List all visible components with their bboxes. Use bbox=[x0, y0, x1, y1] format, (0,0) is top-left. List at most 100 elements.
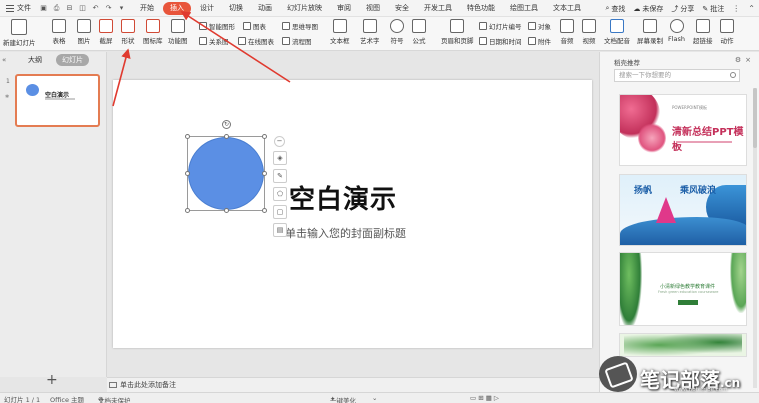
settings-icon[interactable]: ⚙ bbox=[735, 56, 741, 64]
relation-chart-button[interactable]: 关系图 bbox=[199, 36, 229, 46]
link-icon bbox=[695, 19, 710, 33]
template-card[interactable] bbox=[619, 333, 747, 357]
template-card[interactable]: POWERPOINT模板 清新总结PPT模板 bbox=[619, 94, 747, 166]
scrollbar-thumb[interactable] bbox=[753, 88, 757, 148]
action-button[interactable]: 动作 bbox=[720, 19, 734, 45]
formula-button[interactable]: 公式 bbox=[412, 19, 426, 45]
tab-view[interactable]: 视图 bbox=[360, 2, 386, 15]
new-slide-button[interactable]: 新建幻灯片 bbox=[3, 19, 36, 47]
textbox-button[interactable]: 文本框 bbox=[330, 19, 350, 45]
search-button[interactable]: ⌕ 查找 bbox=[606, 4, 626, 14]
file-menu[interactable]: 文件 bbox=[0, 0, 37, 17]
resize-handle[interactable] bbox=[224, 134, 229, 139]
tab-design[interactable]: 设计 bbox=[194, 2, 220, 15]
header-footer-button[interactable]: 页眉和页脚 bbox=[441, 19, 474, 45]
layers-icon[interactable]: ◈ bbox=[273, 151, 287, 165]
circle-shape[interactable] bbox=[188, 137, 264, 210]
comment-button[interactable]: ✎ 批注 bbox=[702, 4, 724, 14]
dropdown-icon[interactable]: ▾ bbox=[117, 4, 126, 13]
template-card[interactable]: 小清新绿色教学教育课件 Fresh green education course… bbox=[619, 252, 747, 326]
template-card[interactable]: 扬帆 乘风破浪 bbox=[619, 174, 747, 246]
tab-transition[interactable]: 切换 bbox=[223, 2, 249, 15]
tab-developer[interactable]: 开发工具 bbox=[418, 2, 458, 15]
resize-handle[interactable] bbox=[185, 171, 190, 176]
close-icon[interactable]: × bbox=[745, 56, 751, 64]
flash-button[interactable]: Flash bbox=[668, 19, 685, 43]
attachment-button[interactable]: 附件 bbox=[528, 36, 551, 46]
pen-icon[interactable]: ✎ bbox=[273, 169, 287, 183]
view-icons[interactable]: ▭ ⊞ ▦ ▷ bbox=[470, 394, 499, 402]
chevron-down-icon[interactable]: ⌄ bbox=[372, 394, 377, 402]
tab-home[interactable]: 开始 bbox=[134, 2, 160, 15]
theme-name: Office 主题 bbox=[50, 396, 85, 403]
slide-title[interactable]: 空白演示 bbox=[289, 179, 397, 216]
tab-outline[interactable]: 大纲 bbox=[24, 54, 46, 66]
minus-icon[interactable]: − bbox=[274, 136, 285, 147]
table-button[interactable]: 表格 bbox=[52, 19, 66, 45]
shape-button[interactable]: 形状 bbox=[121, 19, 135, 45]
redo-icon[interactable]: ↷ bbox=[104, 4, 113, 13]
fill-icon[interactable]: ⬠ bbox=[273, 187, 287, 201]
object-button[interactable]: 对象 bbox=[528, 21, 551, 31]
image-icon[interactable]: ▤ bbox=[273, 223, 287, 237]
print-icon[interactable]: ⊟ bbox=[65, 4, 74, 13]
tab-text-tools[interactable]: 文本工具 bbox=[547, 2, 587, 15]
smart-graphic-button[interactable]: 智能图形 bbox=[199, 21, 235, 31]
function-chart-button[interactable]: 功能图 bbox=[168, 19, 188, 45]
notes-bar[interactable]: 单击此处添加备注 bbox=[107, 377, 599, 392]
selected-shape[interactable]: ↻ bbox=[185, 120, 267, 213]
icon-library-button[interactable]: 图标库 bbox=[143, 19, 163, 45]
slide-thumbnail[interactable]: 空白演示 bbox=[15, 74, 100, 127]
picture-button[interactable]: 图片 bbox=[77, 19, 91, 45]
shape-icon bbox=[121, 19, 135, 33]
slide-subtitle[interactable]: 单击输入您的封面副标题 bbox=[285, 225, 406, 241]
share-button[interactable]: ⤴ 分享 bbox=[671, 4, 694, 14]
mind-map-button[interactable]: 思维导图 bbox=[282, 21, 318, 31]
tab-drawing-tools[interactable]: 绘图工具 bbox=[504, 2, 544, 15]
export-pdf-icon[interactable]: ◫ bbox=[78, 4, 87, 13]
resize-handle[interactable] bbox=[262, 134, 267, 139]
tab-animation[interactable]: 动画 bbox=[252, 2, 278, 15]
flowchart-button[interactable]: 流程图 bbox=[282, 36, 312, 46]
pane-scrollbar[interactable] bbox=[753, 88, 757, 388]
text-dub-button[interactable]: 文档配音 bbox=[604, 19, 630, 45]
video-button[interactable]: 视频 bbox=[582, 19, 596, 45]
more-icon[interactable]: ⋮ bbox=[732, 4, 740, 13]
hyperlink-button[interactable]: 超链接 bbox=[693, 19, 713, 45]
resize-handle[interactable] bbox=[185, 208, 190, 213]
tab-slides[interactable]: 幻灯片 bbox=[56, 54, 89, 66]
resize-handle[interactable] bbox=[224, 208, 229, 213]
screen-record-button[interactable]: 屏幕录制 bbox=[637, 19, 663, 45]
audio-button[interactable]: 音频 bbox=[560, 19, 574, 45]
date-time-button[interactable]: 日期和时间 bbox=[479, 36, 522, 46]
tab-insert[interactable]: 插入 bbox=[163, 1, 191, 15]
online-chart-button[interactable]: 在线图表 bbox=[238, 36, 274, 46]
rotate-handle-icon[interactable]: ↻ bbox=[222, 120, 231, 129]
print-preview-icon[interactable]: ⎙ bbox=[52, 4, 61, 13]
undo-icon[interactable]: ↶ bbox=[91, 4, 100, 13]
art-text-button[interactable]: 艺术字 bbox=[360, 19, 380, 45]
symbol-button[interactable]: 符号 bbox=[390, 19, 404, 45]
screenshot-button[interactable]: 截屏 bbox=[99, 19, 113, 45]
unsaved-status[interactable]: ☁ 未保存 bbox=[633, 4, 663, 14]
slide-number-button[interactable]: 幻灯片编号 bbox=[479, 21, 522, 31]
resize-handle[interactable] bbox=[262, 208, 267, 213]
add-slide-icon[interactable]: + bbox=[46, 372, 58, 388]
chart-button[interactable]: 图表 bbox=[243, 21, 266, 31]
resize-handle[interactable] bbox=[185, 134, 190, 139]
tab-review[interactable]: 审阅 bbox=[331, 2, 357, 15]
tab-slideshow[interactable]: 幻灯片放映 bbox=[281, 2, 328, 15]
collapse-panel-icon[interactable]: « bbox=[2, 56, 6, 64]
slide-canvas[interactable]: 空白演示 单击输入您的封面副标题 ↻ − ◈ ✎ ⬠ ▢ ▤ bbox=[113, 80, 592, 348]
tab-features[interactable]: 特色功能 bbox=[461, 2, 501, 15]
save-icon[interactable]: ▣ bbox=[39, 4, 48, 13]
outline-icon[interactable]: ▢ bbox=[273, 205, 287, 219]
flowchart-icon bbox=[282, 37, 290, 45]
collapse-ribbon-icon[interactable]: ⌃ bbox=[748, 4, 755, 13]
hamburger-icon bbox=[6, 4, 14, 12]
template-search-input[interactable]: 搜索一下你想要的 bbox=[614, 69, 740, 82]
tab-security[interactable]: 安全 bbox=[389, 2, 415, 15]
resize-handle[interactable] bbox=[262, 171, 267, 176]
menu-right: ⌕ 查找 ☁ 未保存 ⤴ 分享 ✎ 批注 ⋮ ⌃ bbox=[606, 0, 756, 17]
action-icon bbox=[720, 19, 734, 33]
